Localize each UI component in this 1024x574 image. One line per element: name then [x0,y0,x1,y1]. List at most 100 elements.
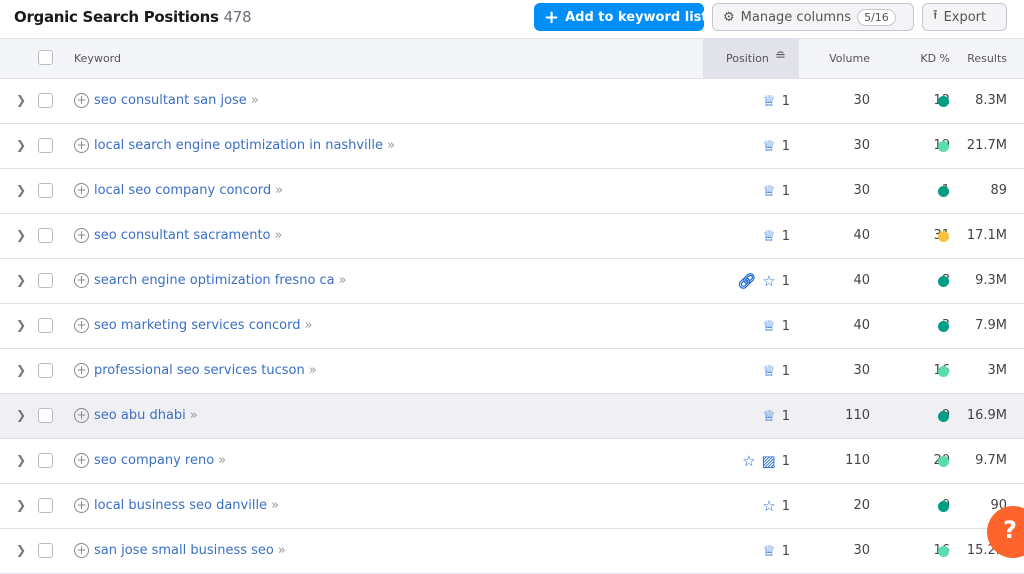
open-serp-icon[interactable]: » [190,408,198,423]
table-header: Keyword Position ≘ Volume KD % Results [0,38,1024,79]
row-checkbox[interactable] [38,543,53,558]
keyword-text[interactable]: seo consultant sacramento [94,228,271,243]
expand-chevron-icon[interactable]: ❯ [16,543,26,557]
row-checkbox[interactable] [38,453,53,468]
open-serp-icon[interactable]: » [309,363,317,378]
manage-columns-button[interactable]: ⚙ Manage columns 5/16 [712,3,914,31]
keyword-link[interactable]: local seo company concord » [94,183,283,198]
add-keyword-icon[interactable]: + [74,273,89,288]
kd-indicator-dot [938,186,949,197]
row-checkbox[interactable] [38,498,53,513]
volume-cell: 30 [853,543,870,558]
table-row: ❯ + seo consultant san jose» ♕1 30 12 8.… [0,79,1024,124]
add-keyword-icon[interactable]: + [74,228,89,243]
keyword-text[interactable]: seo consultant san jose [94,93,247,108]
kd-indicator-dot [938,231,949,242]
keyword-text[interactable]: local search engine optimization in nash… [94,138,383,153]
export-button[interactable]: ⭱ Export [922,3,1007,31]
expand-chevron-icon[interactable]: ❯ [16,183,26,197]
select-all-checkbox[interactable] [38,50,53,65]
col-position[interactable]: Position [726,52,769,65]
col-keyword[interactable]: Keyword [74,52,121,65]
keyword-text[interactable]: professional seo services tucson [94,363,305,378]
expand-chevron-icon[interactable]: ❯ [16,228,26,242]
add-keyword-icon[interactable]: + [74,498,89,513]
keyword-link[interactable]: seo consultant san jose » [94,93,259,108]
keyword-link[interactable]: seo consultant sacramento » [94,228,282,243]
crown-icon: ♕ [762,407,776,425]
open-serp-icon[interactable]: » [275,228,283,243]
expand-chevron-icon[interactable]: ❯ [16,363,26,377]
kd-indicator-dot [938,141,949,152]
add-keyword-icon[interactable]: + [74,453,89,468]
expand-chevron-icon[interactable]: ❯ [16,318,26,332]
manage-label: Manage columns [740,9,852,25]
keyword-link[interactable]: seo marketing services concord » [94,318,312,333]
keyword-text[interactable]: local seo company concord [94,183,271,198]
row-checkbox[interactable] [38,138,53,153]
keyword-link[interactable]: seo abu dhabi » [94,408,198,423]
open-serp-icon[interactable]: » [305,318,313,333]
add-keyword-icon[interactable]: + [74,183,89,198]
keyword-text[interactable]: local business seo danville [94,498,267,513]
row-checkbox[interactable] [38,363,53,378]
col-volume[interactable]: Volume [829,52,870,65]
position-cell: ♕ 1 [762,407,790,425]
position-cell: ♕ 1 [762,542,790,560]
keyword-link[interactable]: search engine optimization fresno ca » [94,273,347,288]
expand-chevron-icon[interactable]: ❯ [16,93,26,107]
plus-icon: + [544,6,560,28]
add-keyword-icon[interactable]: + [74,93,89,108]
open-serp-icon[interactable]: » [251,93,259,108]
position-value: 1 [781,93,790,109]
open-serp-icon[interactable]: » [339,273,347,288]
keyword-link[interactable]: local business seo danville » [94,498,279,513]
position-cell: ♕ 1 [762,137,790,155]
keyword-text[interactable]: san jose small business seo [94,543,274,558]
add-keyword-icon[interactable]: + [74,543,89,558]
col-results[interactable]: Results [967,52,1007,65]
row-checkbox[interactable] [38,318,53,333]
crown-icon: ♕ [762,92,776,110]
results-cell: 3M [987,363,1008,378]
add-to-keyword-list-button[interactable]: + Add to keyword list [534,3,708,31]
table-row: ❯ + seo consultant sacramento» ♕1 40 31 … [0,214,1024,259]
row-checkbox[interactable] [38,408,53,423]
expand-chevron-icon[interactable]: ❯ [16,498,26,512]
row-checkbox[interactable] [38,273,53,288]
open-serp-icon[interactable]: » [278,543,286,558]
position-value: 1 [781,138,790,154]
row-checkbox[interactable] [38,183,53,198]
kd-indicator-dot [938,501,949,512]
open-serp-icon[interactable]: » [218,453,226,468]
add-keyword-icon[interactable]: + [74,318,89,333]
keyword-text[interactable]: seo company reno [94,453,214,468]
open-serp-icon[interactable]: » [387,138,395,153]
position-cell: ♕ 1 [762,362,790,380]
keyword-link[interactable]: local search engine optimization in nash… [94,138,395,153]
add-keyword-icon[interactable]: + [74,408,89,423]
row-checkbox[interactable] [38,228,53,243]
table-row: ❯ + local search engine optimization in … [0,124,1024,169]
keyword-text[interactable]: search engine optimization fresno ca [94,273,335,288]
kd-indicator-dot [938,96,949,107]
keyword-text[interactable]: seo marketing services concord [94,318,301,333]
table-row: ❯ + professional seo services tucson » ♕ 1… [0,349,1024,394]
expand-chevron-icon[interactable]: ❯ [16,453,26,467]
open-serp-icon[interactable]: » [271,498,279,513]
sort-icon[interactable]: ≘ [775,49,786,64]
col-kd[interactable]: KD % [920,52,950,65]
toolbar: Organic Search Positions 478 + Add to key… [0,0,1024,38]
keyword-link[interactable]: professional seo services tucson » [94,363,317,378]
keyword-link[interactable]: san jose small business seo » [94,543,286,558]
keyword-text[interactable]: seo abu dhabi [94,408,186,423]
row-checkbox[interactable] [38,93,53,108]
open-serp-icon[interactable]: » [275,183,283,198]
add-keyword-icon[interactable]: + [74,138,89,153]
keyword-link[interactable]: seo company reno » [94,453,226,468]
expand-chevron-icon[interactable]: ❯ [16,273,26,287]
position-cell: ♕ 1 [762,227,790,245]
expand-chevron-icon[interactable]: ❯ [16,138,26,152]
add-keyword-icon[interactable]: + [74,363,89,378]
expand-chevron-icon[interactable]: ❯ [16,408,26,422]
